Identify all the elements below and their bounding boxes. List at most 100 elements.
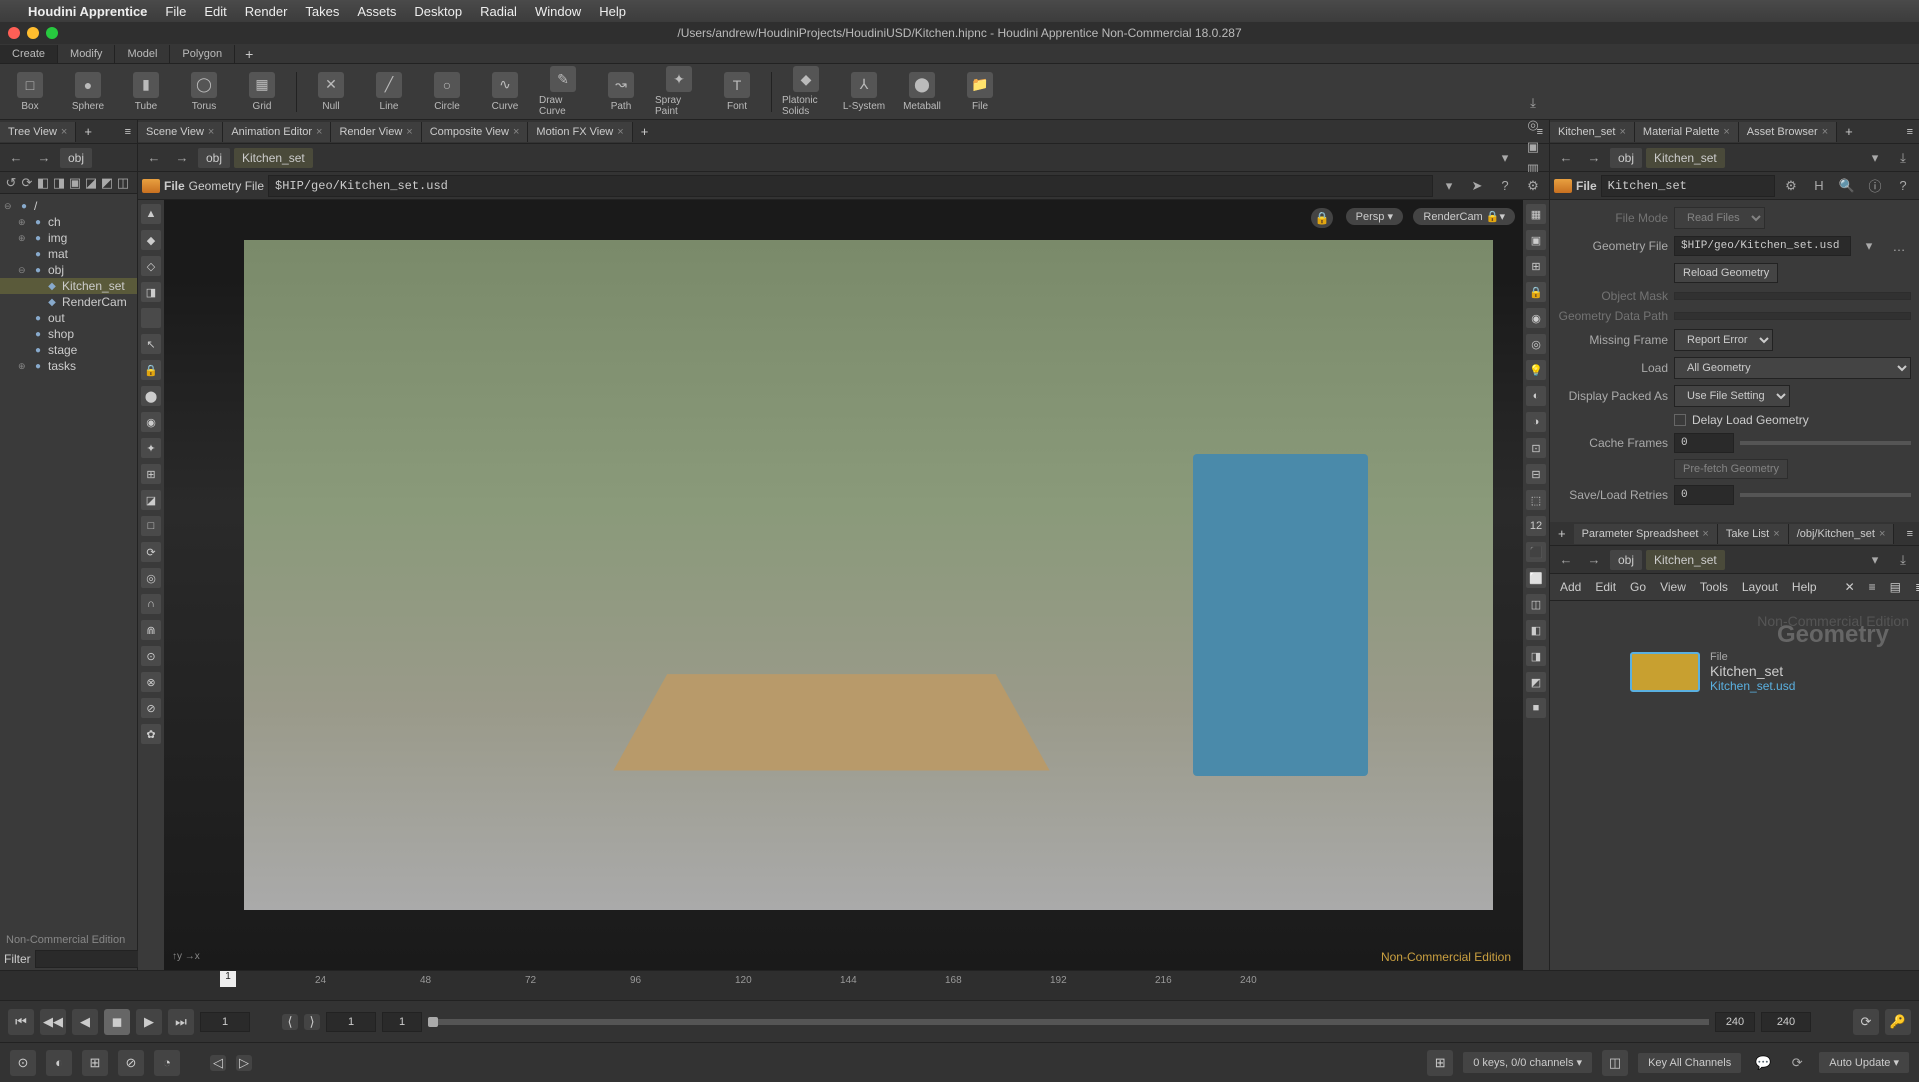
h-icon[interactable]: H — [1807, 175, 1831, 197]
toggle-icon[interactable]: ⊖ — [18, 265, 28, 276]
minimize-icon[interactable] — [27, 27, 39, 39]
persp-dropdown[interactable]: Persp ▾ — [1346, 208, 1403, 225]
geometry-file-field[interactable]: $HIP/geo/Kitchen_set.usd — [268, 175, 1433, 197]
viewport-display-icon[interactable]: ■ — [1526, 698, 1546, 718]
tab-asset-browser[interactable]: Asset Browser× — [1739, 122, 1837, 142]
viewport-display-icon[interactable]: ⬛ — [1526, 542, 1546, 562]
tool-icon[interactable]: ≡ — [1869, 580, 1876, 594]
path-obj[interactable]: obj — [1610, 550, 1642, 570]
viewport-tool-icon[interactable]: ↖ — [141, 334, 161, 354]
tree-row-root[interactable]: ⊖●/ — [0, 198, 137, 214]
app-name[interactable]: Houdini Apprentice — [28, 4, 147, 19]
prev-key-button[interactable]: ◀◀ — [40, 1009, 66, 1035]
viewport-display-icon[interactable]: ◧ — [1526, 620, 1546, 640]
back-icon[interactable]: ← — [142, 147, 166, 169]
node-canvas[interactable]: Non-Commercial Edition Geometry File Kit… — [1550, 601, 1919, 970]
path-tool-icon[interactable]: ▣ — [1521, 136, 1545, 158]
mac-menubar[interactable]: Houdini Apprentice File Edit Render Take… — [0, 0, 1919, 22]
shelf-tool-l-system[interactable]: ⅄L-System — [840, 72, 888, 112]
rendercam-dropdown[interactable]: RenderCam 🔒▾ — [1413, 208, 1515, 225]
shelf-tool-platonic-solids[interactable]: ◆Platonic Solids — [782, 66, 830, 117]
dropdown-icon[interactable]: ▾ — [1437, 175, 1461, 197]
fwd-icon[interactable]: → — [1582, 147, 1606, 169]
menu-add[interactable]: Add — [1560, 580, 1581, 594]
zoom-icon[interactable] — [46, 27, 58, 39]
gear-icon[interactable]: ⚙ — [1521, 175, 1545, 197]
retries-slider[interactable] — [1740, 493, 1911, 497]
fwd-icon[interactable]: → — [170, 147, 194, 169]
shelf-tool-box[interactable]: □Box — [6, 72, 54, 112]
tab-composite-view[interactable]: Composite View× — [422, 122, 529, 142]
viewport-display-icon[interactable]: ▣ — [1526, 230, 1546, 250]
path-kitchen-set[interactable]: Kitchen_set — [1646, 550, 1725, 570]
tree-tool-icon[interactable]: ◫ — [116, 172, 130, 194]
keys-icon[interactable]: ⊞ — [1427, 1050, 1453, 1076]
tab-motion-fx-view[interactable]: Motion FX View× — [528, 122, 632, 142]
range-end-field[interactable] — [1715, 1012, 1755, 1032]
close-icon[interactable] — [8, 27, 20, 39]
viewport-tool-icon[interactable]: ◪ — [141, 490, 161, 510]
shelf-tab-modify[interactable]: Modify — [58, 45, 115, 63]
dropdown-icon[interactable]: ▾ — [1863, 549, 1887, 571]
viewport-tool-icon[interactable]: □ — [141, 516, 161, 536]
stop-button[interactable]: ◼ — [104, 1009, 130, 1035]
tool-icon[interactable]: ≣ — [1915, 580, 1919, 594]
tree-row-img[interactable]: ⊕●img — [0, 230, 137, 246]
file-mode-select[interactable]: Read Files — [1674, 207, 1765, 229]
path-obj[interactable]: obj — [60, 148, 92, 168]
viewport-display-icon[interactable]: 🔒 — [1526, 282, 1546, 302]
clock-icon[interactable]: ◔ — [154, 1050, 180, 1076]
first-frame-button[interactable]: ⏮ — [8, 1009, 34, 1035]
close-icon[interactable]: × — [617, 126, 623, 138]
close-icon[interactable]: × — [316, 126, 322, 138]
viewport-tool-icon[interactable]: ⊘ — [141, 698, 161, 718]
tree-tool-icon[interactable]: ◩ — [100, 172, 114, 194]
refresh-icon[interactable]: ⟳ — [1785, 1052, 1809, 1074]
timeline-ruler[interactable]: 1 24487296120144168192216240 — [0, 971, 1919, 1001]
tree-row-Kitchen_set[interactable]: ◆Kitchen_set — [0, 278, 137, 294]
range-slider[interactable] — [428, 1019, 1709, 1025]
shelf-tool-circle[interactable]: ○Circle — [423, 72, 471, 112]
viewport-tool-icon[interactable]: ▲ — [141, 204, 161, 224]
current-frame-field[interactable] — [200, 1012, 250, 1032]
back-icon[interactable]: ← — [1554, 147, 1578, 169]
viewport-display-icon[interactable]: 💡 — [1526, 360, 1546, 380]
viewport-display-icon[interactable]: ◐ — [1526, 386, 1546, 406]
auto-update-dropdown[interactable]: Auto Update ▾ — [1819, 1052, 1909, 1073]
menu-edit[interactable]: Edit — [1595, 580, 1616, 594]
geometry-file-field[interactable]: $HIP/geo/Kitchen_set.usd — [1674, 236, 1851, 256]
tab-material-palette[interactable]: Material Palette× — [1635, 122, 1739, 142]
search-icon[interactable]: 🔍 — [1835, 175, 1859, 197]
viewport-tool-icon[interactable]: ◉ — [141, 412, 161, 432]
viewport-tool-icon[interactable]: ⟳ — [141, 542, 161, 562]
next-key-icon[interactable]: ▷ — [236, 1055, 252, 1071]
play-reverse-button[interactable]: ◀ — [72, 1009, 98, 1035]
viewport-tool-icon[interactable]: ∩ — [141, 594, 161, 614]
shelf-tool-torus[interactable]: ◯Torus — [180, 72, 228, 112]
shelf-tab-polygon[interactable]: Polygon — [170, 45, 235, 63]
toggle-icon[interactable]: ⊕ — [18, 233, 28, 244]
tree-tool-icon[interactable]: ↺ — [4, 172, 18, 194]
play-button[interactable]: ▶ — [136, 1009, 162, 1035]
close-icon[interactable]: × — [1773, 528, 1779, 540]
viewport-tool-icon[interactable]: ⋒ — [141, 620, 161, 640]
close-icon[interactable]: × — [1723, 126, 1729, 138]
add-tab-button[interactable]: + — [633, 120, 657, 143]
menu-render[interactable]: Render — [245, 4, 288, 19]
anim-icon[interactable]: ⊙ — [10, 1050, 36, 1076]
key-icon[interactable]: 🔑 — [1885, 1009, 1911, 1035]
viewport-display-icon[interactable]: ◎ — [1526, 334, 1546, 354]
menu-edit[interactable]: Edit — [204, 4, 226, 19]
viewport-display-icon[interactable]: ⊟ — [1526, 464, 1546, 484]
viewport-display-icon[interactable]: ⊞ — [1526, 256, 1546, 276]
menu-go[interactable]: Go — [1630, 580, 1646, 594]
toggle-icon[interactable]: ⊕ — [18, 361, 28, 372]
path-tool-icon[interactable]: ⤓ — [1521, 92, 1545, 114]
path-obj[interactable]: obj — [1610, 148, 1642, 168]
last-frame-button[interactable]: ⏭ — [168, 1009, 194, 1035]
dropdown-icon[interactable]: ▾ — [1863, 147, 1887, 169]
viewport-display-icon[interactable]: ⬚ — [1526, 490, 1546, 510]
pane-menu-icon[interactable]: ≡ — [1901, 122, 1919, 142]
tree-row-obj[interactable]: ⊖●obj — [0, 262, 137, 278]
viewport-tool-icon[interactable]: ⊗ — [141, 672, 161, 692]
